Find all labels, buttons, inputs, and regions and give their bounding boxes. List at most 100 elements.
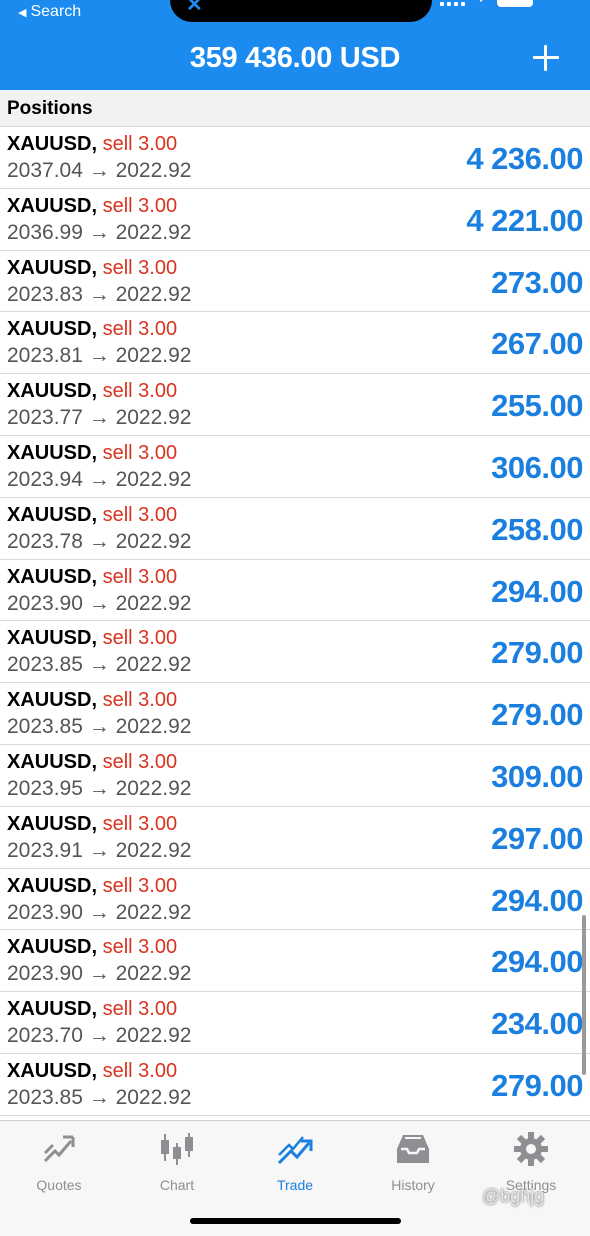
position-title: XAUUSD, sell 3.00	[7, 935, 177, 959]
position-profit: 294.00	[491, 882, 583, 918]
app-header: ◀ Search ✕ 359 436.00 USD	[0, 0, 590, 90]
position-profit: 258.00	[491, 511, 583, 547]
position-side: sell 3.00	[102, 318, 178, 341]
position-title: XAUUSD, sell 3.00	[7, 626, 177, 650]
position-profit: 4 236.00	[466, 141, 583, 176]
position-row[interactable]: XAUUSD, sell 3.00 2037.04 → 2022.92 4 236.…	[0, 127, 590, 189]
position-symbol: XAUUSD,	[7, 874, 98, 897]
position-side: sell 3.00	[102, 565, 178, 588]
tab-chart[interactable]: Chart	[118, 1131, 236, 1193]
position-prices: 2023.85 → 2022.92	[7, 1085, 192, 1109]
position-title: XAUUSD, sell 3.00	[7, 565, 177, 589]
position-prices: 2023.81 → 2022.92	[7, 344, 192, 368]
position-prices: 2023.90 → 2022.92	[7, 962, 192, 986]
position-symbol: XAUUSD,	[7, 503, 98, 526]
position-symbol: XAUUSD,	[7, 936, 98, 959]
position-symbol: XAUUSD,	[7, 133, 98, 155]
position-title: XAUUSD, sell 3.00	[7, 441, 177, 465]
new-order-plus-icon[interactable]	[532, 44, 560, 72]
quotes-icon	[43, 1135, 75, 1163]
position-prices: 2023.85 → 2022.92	[7, 653, 192, 677]
position-prices: 2023.95 → 2022.92	[7, 776, 192, 800]
home-indicator[interactable]	[190, 1218, 401, 1224]
position-profit: 297.00	[491, 820, 583, 856]
section-title: Positions	[7, 98, 93, 119]
position-symbol: XAUUSD,	[7, 318, 98, 341]
position-row[interactable]: XAUUSD, sell 3.00 2023.90 → 2022.92 294.00	[0, 868, 590, 931]
close-icon: ✕	[186, 0, 203, 16]
position-prices: 2037.04 → 2022.92	[7, 159, 192, 182]
tab-settings[interactable]: Settings	[472, 1131, 590, 1193]
position-row[interactable]: XAUUSD, sell 3.00 2023.83 → 2022.92 273.00	[0, 250, 590, 313]
position-prices: 2023.78 → 2022.92	[7, 529, 192, 553]
position-prices: 2023.70 → 2022.92	[7, 1024, 192, 1048]
position-symbol: XAUUSD,	[7, 627, 98, 650]
position-symbol: XAUUSD,	[7, 441, 98, 464]
watermark: @bghjg	[482, 1186, 545, 1206]
position-title: XAUUSD, sell 3.00	[7, 317, 177, 341]
position-row[interactable]: XAUUSD, sell 3.00 2023.85 → 2022.92 279.00	[0, 621, 590, 684]
position-title: XAUUSD, sell 3.00	[7, 256, 177, 280]
position-side: sell 3.00	[102, 812, 178, 835]
position-prices: 2023.90 → 2022.92	[7, 591, 192, 615]
position-title: XAUUSD, sell 3.00	[7, 503, 177, 527]
position-row[interactable]: XAUUSD, sell 3.00 2036.99 → 2022.92 4 221.…	[0, 188, 590, 251]
position-side: sell 3.00	[102, 380, 178, 403]
position-title: XAUUSD, sell 3.00	[7, 812, 177, 836]
position-profit: 306.00	[491, 449, 583, 485]
position-profit: 309.00	[491, 758, 583, 794]
position-profit: 294.00	[491, 573, 583, 609]
position-prices: 2023.85 → 2022.92	[7, 715, 192, 739]
position-symbol: XAUUSD,	[7, 565, 98, 588]
dynamic-island: ✕	[170, 0, 432, 22]
positions-list: XAUUSD, sell 3.00 2037.04 → 2022.92 4 236.…	[0, 127, 590, 1116]
position-side: sell 3.00	[102, 627, 178, 650]
back-label: Search	[30, 3, 82, 20]
position-row[interactable]: XAUUSD, sell 3.00 2023.90 → 2022.92 294.00	[0, 930, 590, 993]
position-profit: 273.00	[491, 264, 583, 300]
position-symbol: XAUUSD,	[7, 194, 98, 217]
position-row[interactable]: XAUUSD, sell 3.00 2023.70 → 2022.92 234.00	[0, 992, 590, 1054]
status-icons	[440, 0, 533, 7]
position-row[interactable]: XAUUSD, sell 3.00 2023.78 → 2022.92 258.00	[0, 497, 590, 560]
position-side: sell 3.00	[102, 503, 178, 526]
position-prices: 2023.91 → 2022.92	[7, 838, 192, 862]
position-row[interactable]: XAUUSD, sell 3.00 2023.85 → 2022.92 279.00	[0, 1053, 590, 1116]
position-row[interactable]: XAUUSD, sell 3.00 2023.77 → 2022.92 255.00	[0, 374, 590, 436]
position-row[interactable]: XAUUSD, sell 3.00 2023.95 → 2022.92 309.00	[0, 744, 590, 807]
tab-label: Trade	[276, 1177, 314, 1193]
position-row[interactable]: XAUUSD, sell 3.00 2023.94 → 2022.92 306.00	[0, 435, 590, 498]
position-title: XAUUSD, sell 3.00	[7, 874, 177, 898]
position-profit: 4 221.00	[466, 202, 583, 238]
tab-label: History	[391, 1177, 435, 1193]
position-prices: 2023.94 → 2022.92	[7, 467, 192, 491]
position-prices: 2023.77 → 2022.92	[7, 406, 192, 430]
position-profit: 267.00	[491, 326, 583, 362]
position-side: sell 3.00	[102, 194, 178, 217]
back-arrow-icon: ◀	[18, 6, 27, 19]
tab-trade[interactable]: Trade	[236, 1131, 354, 1193]
account-balance: 359 436.00 USD	[189, 42, 401, 74]
position-prices: 2036.99 → 2022.92	[7, 220, 192, 244]
position-row[interactable]: XAUUSD, sell 3.00 2023.91 → 2022.92 297.00	[0, 806, 590, 869]
position-row[interactable]: XAUUSD, sell 3.00 2023.90 → 2022.92 294.00	[0, 559, 590, 622]
position-title: XAUUSD, sell 3.00	[7, 194, 177, 218]
tab-label: Chart	[159, 1177, 195, 1193]
position-row[interactable]: XAUUSD, sell 3.00 2023.85 → 2022.92 279.00	[0, 683, 590, 745]
position-symbol: XAUUSD,	[7, 1059, 98, 1082]
tab-label: Quotes	[36, 1177, 82, 1193]
position-side: sell 3.00	[102, 1059, 178, 1082]
position-title: XAUUSD, sell 3.00	[7, 1059, 177, 1083]
tab-quotes[interactable]: Quotes	[0, 1131, 118, 1193]
scrollbar[interactable]	[582, 915, 586, 1075]
position-row[interactable]: XAUUSD, sell 3.00 2023.81 → 2022.92 267.00	[0, 312, 590, 375]
position-side: sell 3.00	[102, 133, 178, 155]
position-profit: 279.00	[491, 635, 583, 671]
tab-history[interactable]: History	[354, 1131, 472, 1193]
position-symbol: XAUUSD,	[7, 256, 98, 279]
inbox-icon	[397, 1135, 429, 1163]
back-to-search-link[interactable]: ◀ Search	[18, 3, 81, 21]
position-title: XAUUSD, sell 3.00	[7, 379, 177, 403]
position-symbol: XAUUSD,	[7, 689, 98, 712]
position-symbol: XAUUSD,	[7, 750, 98, 773]
